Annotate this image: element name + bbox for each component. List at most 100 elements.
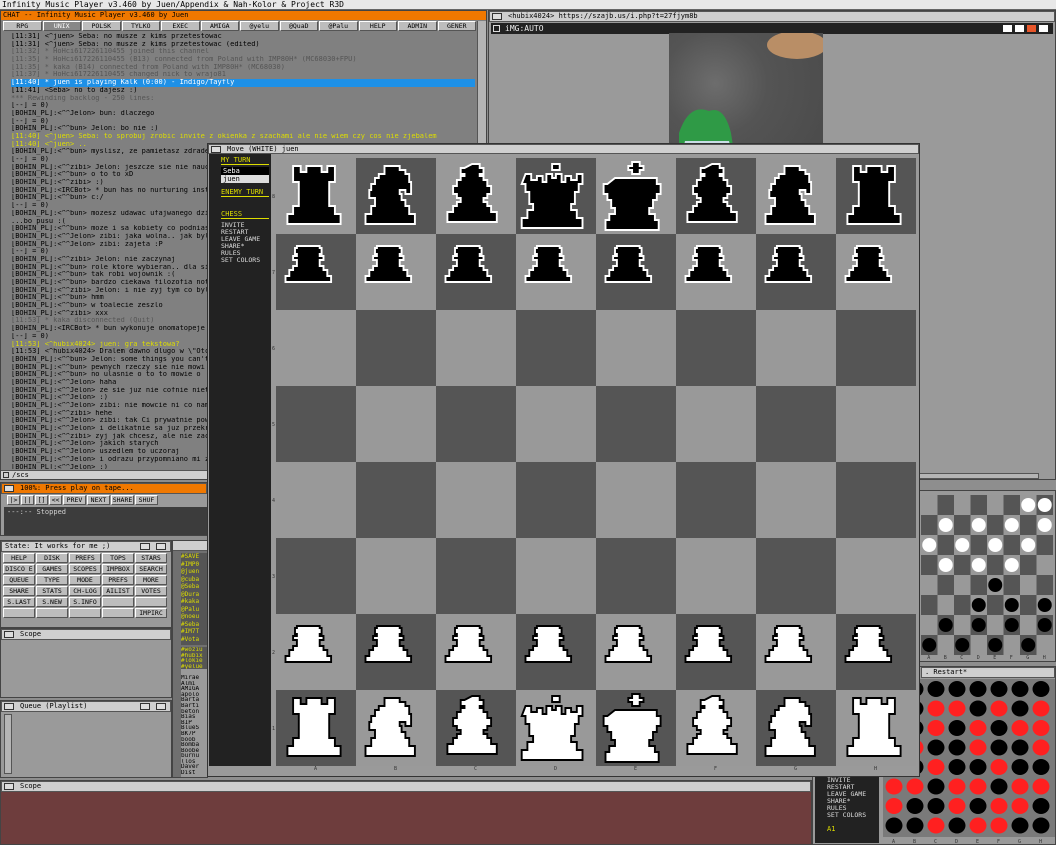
nick-item[interactable]: #kaka [181,598,207,606]
chess-square[interactable] [836,386,916,462]
chess-titlebar[interactable]: Move (WHITE) juen [208,144,919,154]
checkers-square[interactable] [1036,535,1054,555]
checkers-square[interactable] [1003,495,1021,515]
checkers-square[interactable] [1020,515,1037,535]
connect4-disc[interactable] [1011,700,1029,717]
connect4-disc[interactable] [1032,817,1050,834]
chess-square[interactable] [276,538,356,614]
connect4-disc[interactable] [1011,778,1029,795]
checkers-square[interactable] [987,595,1004,615]
nick-item[interactable]: #SAVE [181,553,207,561]
checkers-piece[interactable] [1004,518,1019,532]
chess-square[interactable] [756,386,836,462]
connect4-disc[interactable] [906,817,924,834]
checkers-square[interactable] [954,555,971,575]
connect4-disc[interactable] [1032,759,1050,775]
chess-square[interactable] [356,386,436,462]
chess-square[interactable] [276,310,356,386]
scope-small-titlebar[interactable]: Scope [1,629,171,640]
checkers-board[interactable]: A B C D E F G H [919,491,1055,661]
scope-large-titlebar[interactable]: Scope [1,781,811,792]
chat-tab-6[interactable]: @yelu [240,21,279,31]
panel-btn-2-2[interactable]: MODE [69,575,101,585]
panel-btn-0-1[interactable]: DISK [36,553,68,563]
image-viewer-btn-3[interactable] [1027,25,1036,32]
checkers-square[interactable] [1003,535,1021,555]
nick-item[interactable]: @Seba [181,583,207,591]
checkers-piece[interactable] [955,538,970,552]
checkers-piece[interactable] [971,558,986,572]
checkers-piece[interactable] [1037,498,1052,512]
queue-close-icon[interactable] [4,703,14,710]
chat-tab-1[interactable]: UNIX [42,21,81,31]
connect4-disc[interactable] [1032,681,1050,697]
panel-zoom-icon[interactable] [156,543,166,550]
panel-btn-2-1[interactable]: TYPE [36,575,68,585]
connect4-disc[interactable] [927,798,945,814]
chess-square[interactable] [436,386,516,462]
queue-zoom-icon[interactable] [156,703,166,710]
checkers-piece[interactable] [971,598,986,612]
panel-btn-2-3[interactable]: PREFS [102,575,134,585]
checkers-square[interactable] [954,595,971,615]
chat-tab-4[interactable]: EXEC [161,21,200,31]
chess-square[interactable] [516,310,596,386]
chess-square[interactable] [836,462,916,538]
connect4-disc[interactable] [969,739,987,756]
checkers-square[interactable] [921,515,938,535]
panel-btn-1-0[interactable]: DISCO E [3,564,35,574]
nick-item[interactable]: Dist [181,770,207,776]
checkers-square[interactable] [954,515,971,535]
checkers-piece[interactable] [1021,638,1036,652]
connect4-disc[interactable] [990,798,1008,814]
panel-titlebar[interactable]: State: It works for me ;) [1,541,171,552]
checkers-piece[interactable] [1021,538,1036,552]
player-seba[interactable]: Seba [221,167,269,175]
checkers-square[interactable] [970,535,988,555]
panel-btn-3-0[interactable]: SHARE [3,586,35,596]
panel-depth-icon[interactable] [140,543,150,550]
chess-square[interactable] [596,386,676,462]
connect4-disc[interactable] [969,778,987,795]
connect4-disc[interactable] [927,739,945,756]
image-viewer-btn-4[interactable] [1039,25,1048,32]
connect4-disc[interactable] [948,759,966,775]
checkers-piece[interactable] [938,618,953,632]
chess-square[interactable] [356,538,436,614]
nick-item[interactable]: #IM7T [181,628,207,636]
connect4-disc[interactable] [948,798,966,814]
panel-btn-0-3[interactable]: TOPS [102,553,134,563]
image-viewer-btn-1[interactable] [1003,25,1012,32]
checkers-square[interactable] [937,595,955,615]
checkers-piece[interactable] [1037,618,1052,632]
connect4-disc[interactable] [885,817,903,834]
chat-tab-9[interactable]: HELP [358,21,397,31]
connect4-disc[interactable] [1011,817,1029,834]
connect4-disc[interactable] [948,700,966,717]
panel-btn-5-1[interactable] [36,608,68,618]
checkers-square[interactable] [937,495,955,515]
chess-square[interactable] [356,310,436,386]
checkers-piece[interactable] [971,518,986,532]
player-btn-5[interactable]: NEXT [87,495,110,505]
checkers-square[interactable] [937,635,955,655]
chat-tab-8[interactable]: @Palu [319,21,358,31]
checkers-piece[interactable] [922,538,937,552]
chess-square[interactable] [516,386,596,462]
chess-square[interactable] [276,462,356,538]
queue-titlebar[interactable]: Queue (Playlist) [1,701,171,712]
connect4-disc[interactable] [885,798,903,814]
connect4-disc[interactable] [990,720,1008,736]
chess-square[interactable] [356,462,436,538]
chess-square[interactable] [676,462,756,538]
checkers-piece[interactable] [988,578,1003,592]
checkers-square[interactable] [1020,575,1037,595]
checkers-piece[interactable] [988,538,1003,552]
connect4-disc[interactable] [927,817,945,834]
checkers-square[interactable] [970,635,988,655]
checkers-piece[interactable] [1004,598,1019,612]
player-btn-2[interactable]: [] [35,495,48,505]
checkers-piece[interactable] [938,558,953,572]
panel-btn-5-4[interactable]: IMPIRC [135,608,167,618]
panel-btn-4-3[interactable] [102,597,134,607]
